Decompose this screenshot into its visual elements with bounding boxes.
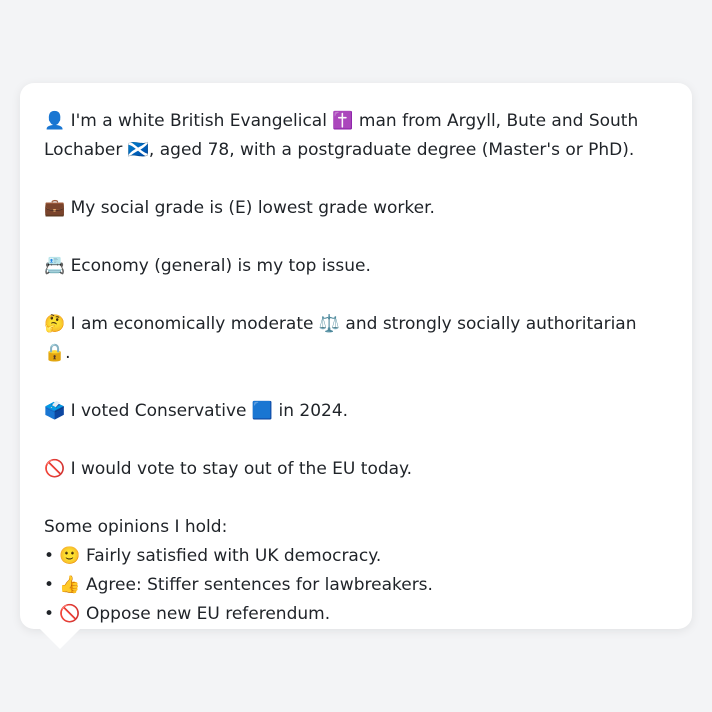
opinion-item: • 👍 Agree: Stiffer sentences for lawbrea…	[44, 575, 433, 595]
opinions-list: • 🙂 Fairly satisfied with UK democracy. …	[44, 542, 668, 629]
message-bubble: 👤 I'm a white British Evangelical ✝️ man…	[20, 83, 692, 629]
top-issue-line: 📇 Economy (general) is my top issue.	[44, 256, 371, 276]
ideology-line: 🤔 I am economically moderate ⚖️ and stro…	[44, 314, 637, 363]
bubble-tail	[40, 629, 80, 649]
social-grade-line: 💼 My social grade is (E) lowest grade wo…	[44, 198, 435, 218]
eu-line: 🚫 I would vote to stay out of the EU tod…	[44, 459, 413, 479]
identity-line: 👤 I'm a white British Evangelical ✝️ man…	[44, 111, 639, 160]
opinion-item: • 🚫 Oppose new EU referendum.	[44, 604, 331, 624]
opinions-heading: Some opinions I hold:	[44, 517, 228, 537]
opinion-item: • 🙂 Fairly satisfied with UK democracy.	[44, 546, 382, 566]
vote-line: 🗳️ I voted Conservative 🟦 in 2024.	[44, 401, 349, 421]
